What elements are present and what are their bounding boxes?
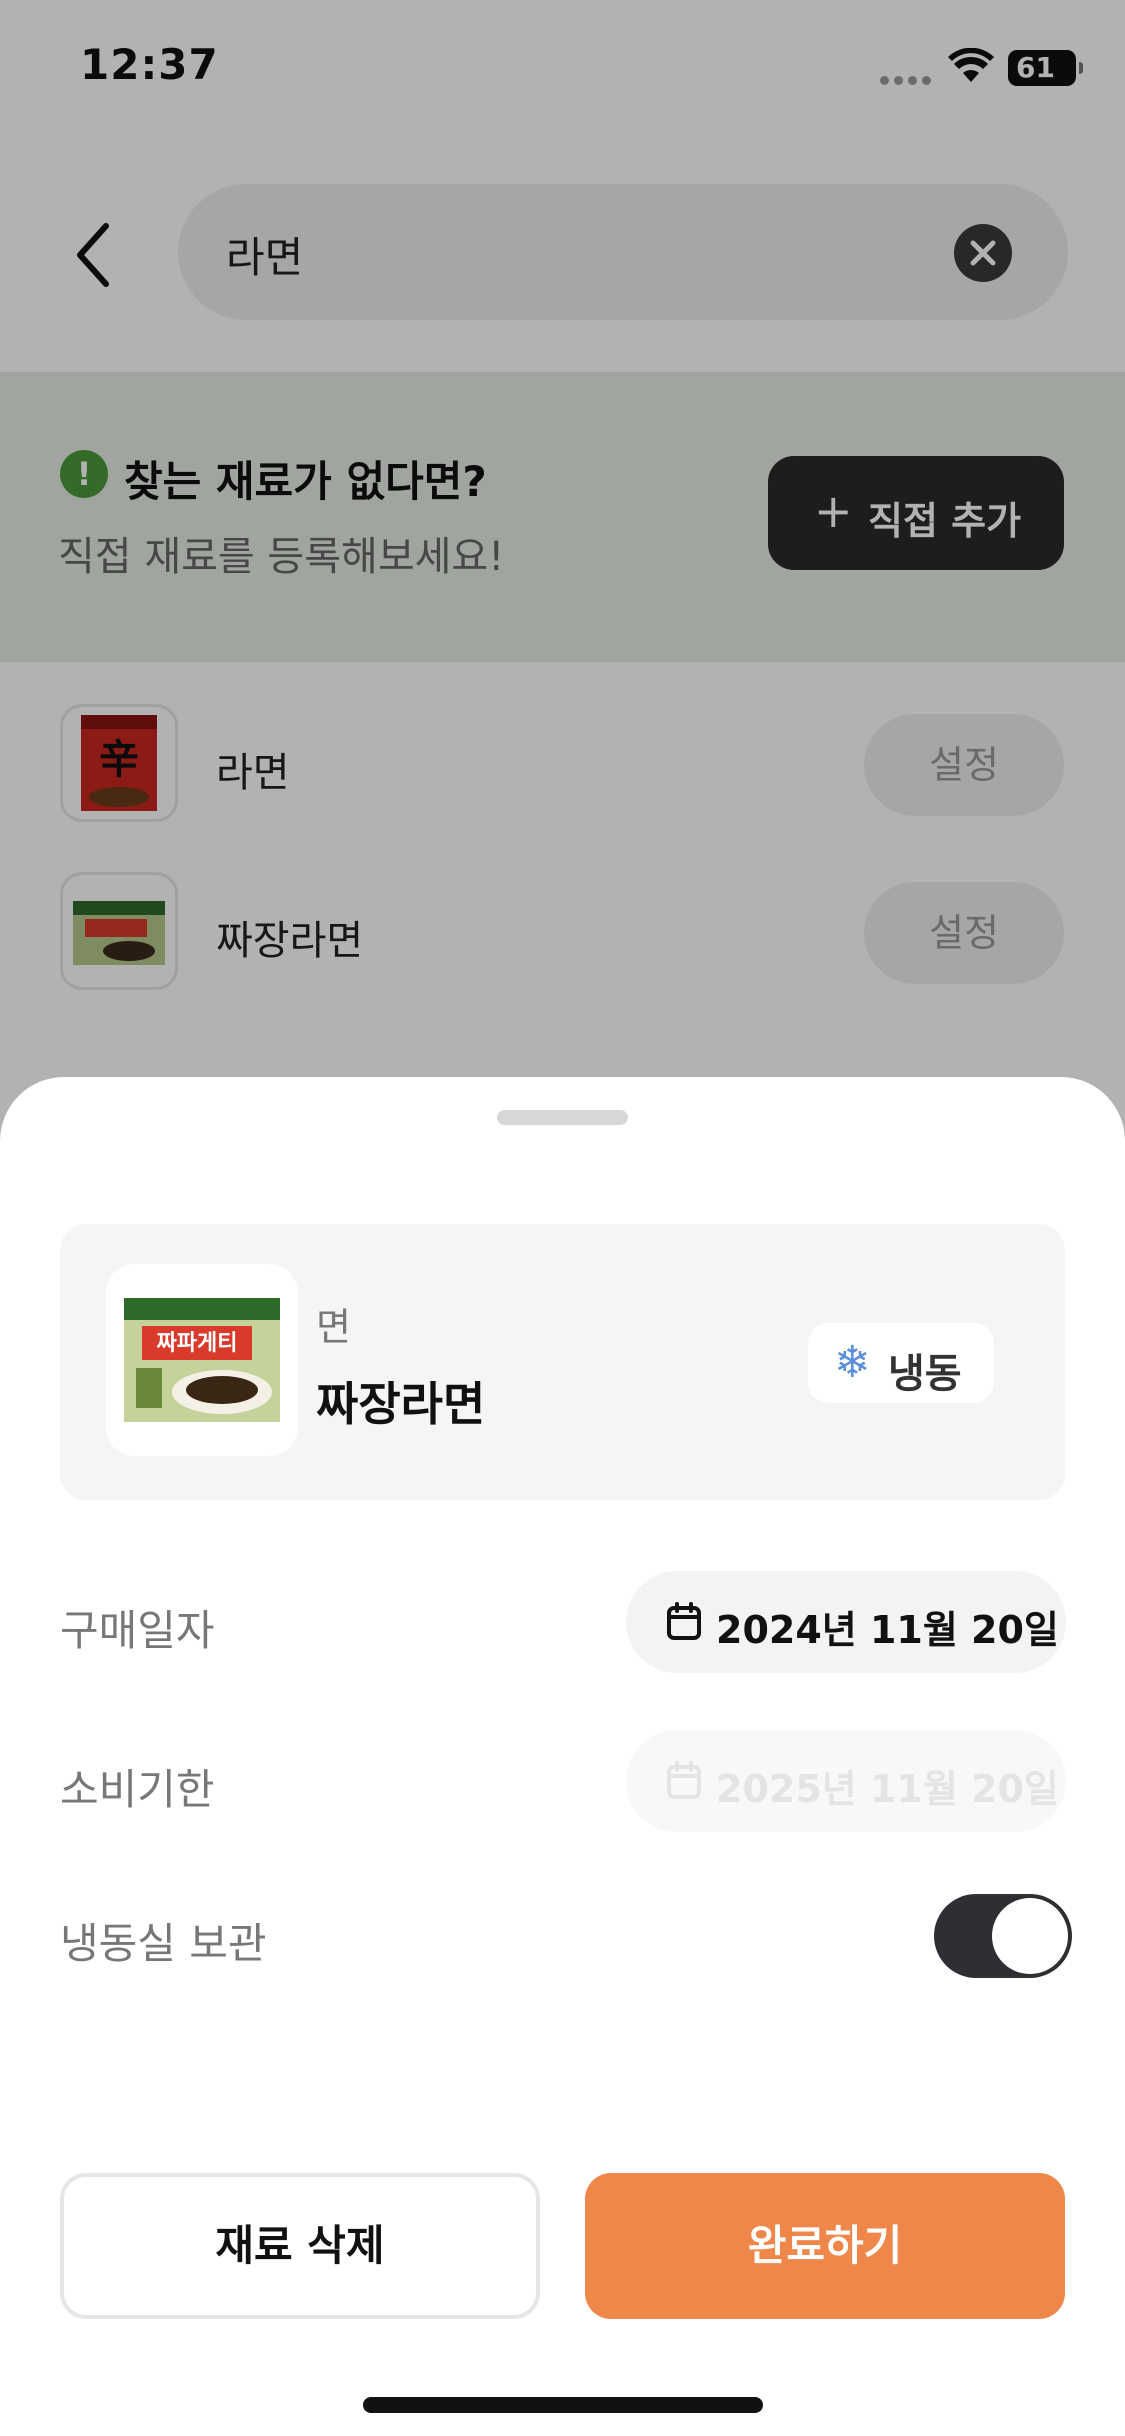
expiry-date-label: 소비기한 bbox=[60, 1765, 215, 1814]
freezer-storage-label: 냉동실 보관 bbox=[60, 1919, 267, 1968]
ingredient-edit-sheet: 짜파게티 면 짜장라면 ❄ 냉동 구매일자 2024년 11월 20일 소비기한… bbox=[0, 1077, 1125, 2436]
purchase-date-value: 2024년 11월 20일 bbox=[716, 1608, 1059, 1652]
expiry-date-value: 2025년 11월 20일 bbox=[716, 1767, 1059, 1811]
purchase-date-label: 구매일자 bbox=[60, 1606, 215, 1655]
home-indicator bbox=[363, 2397, 763, 2413]
storage-badge: ❄ 냉동 bbox=[808, 1323, 994, 1403]
storage-badge-label: 냉동 bbox=[888, 1351, 962, 1397]
ingredient-summary-card: 짜파게티 면 짜장라면 ❄ 냉동 bbox=[60, 1224, 1065, 1500]
expiry-date-picker[interactable]: 2025년 11월 20일 bbox=[626, 1730, 1066, 1832]
expiry-date-row: 소비기한 2025년 11월 20일 bbox=[0, 1730, 1125, 1834]
complete-button[interactable]: 완료하기 bbox=[585, 2173, 1065, 2319]
ingredient-category: 면 bbox=[316, 1305, 351, 1349]
freezer-storage-toggle[interactable] bbox=[934, 1894, 1072, 1978]
delete-ingredient-button[interactable]: 재료 삭제 bbox=[60, 2173, 540, 2319]
calendar-icon bbox=[666, 1760, 702, 1804]
sheet-drag-handle[interactable] bbox=[497, 1110, 628, 1125]
calendar-icon bbox=[666, 1601, 702, 1645]
toggle-knob bbox=[992, 1898, 1068, 1974]
svg-text:짜파게티: 짜파게티 bbox=[157, 1331, 238, 1356]
product-image: 짜파게티 bbox=[106, 1264, 298, 1456]
snowflake-icon: ❄ bbox=[834, 1337, 871, 1388]
ingredient-name: 짜장라면 bbox=[316, 1377, 486, 1431]
freezer-storage-row: 냉동실 보관 bbox=[0, 1884, 1125, 1988]
purchase-date-row: 구매일자 2024년 11월 20일 bbox=[0, 1571, 1125, 1675]
purchase-date-picker[interactable]: 2024년 11월 20일 bbox=[626, 1571, 1066, 1673]
